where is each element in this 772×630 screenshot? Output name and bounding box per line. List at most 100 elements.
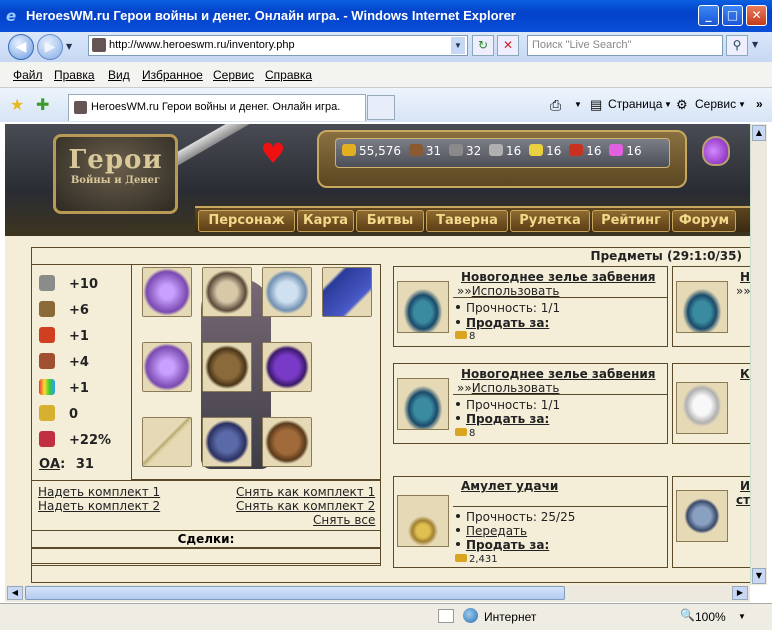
health-heart-icon[interactable]: ♥	[259, 140, 287, 168]
item-sell-link[interactable]: Продать за:	[456, 412, 549, 426]
tools-dropdown-icon[interactable]: ▼	[738, 100, 746, 109]
slot-ring[interactable]	[142, 267, 192, 317]
gems-resource: 16	[609, 144, 642, 158]
item-price: 8	[455, 428, 475, 439]
tab-heroeswm[interactable]: HeroesWM.ru Герои войны и денег. Онлайн …	[68, 94, 366, 121]
item-price: 2,431	[455, 554, 498, 565]
item-title[interactable]: Новогоднее зелье забвения	[461, 367, 655, 381]
new-tab-button[interactable]	[367, 95, 395, 120]
slot-ring-2[interactable]	[142, 342, 192, 392]
slot-armor[interactable]	[202, 342, 252, 392]
minimize-button[interactable]: _	[698, 5, 719, 26]
game-logo[interactable]: Герои Войны и Денег	[53, 134, 178, 214]
spellpower-icon	[39, 327, 55, 343]
nav-map[interactable]: Карта	[297, 210, 354, 232]
wear-set-1-link[interactable]: Надеть комплект 1	[38, 485, 160, 499]
site-favicon	[74, 101, 87, 114]
slot-cloak[interactable]	[262, 342, 312, 392]
slot-helmet[interactable]	[202, 267, 252, 317]
menu-tools[interactable]: Сервис	[213, 68, 254, 82]
oa-link[interactable]: ОА	[39, 457, 60, 472]
menu-view[interactable]: Вид	[108, 68, 130, 82]
item-image-potion[interactable]	[397, 281, 449, 333]
menu-edit[interactable]: Правка	[54, 68, 95, 82]
back-button[interactable]: ◀	[8, 34, 34, 60]
slot-boots[interactable]	[202, 417, 252, 467]
nav-battles[interactable]: Битвы	[356, 210, 424, 232]
sell-label: Продать за:	[466, 538, 550, 552]
ore-icon	[448, 144, 463, 156]
item-sell-link[interactable]: Продать за:	[456, 316, 549, 330]
scroll-left-icon[interactable]: ◀	[7, 586, 23, 600]
stat-value: +4	[69, 355, 89, 370]
search-input[interactable]: Поиск "Live Search"	[527, 35, 723, 56]
ore-value: 32	[465, 144, 482, 158]
item-sell-link[interactable]: Продать за:	[456, 538, 549, 552]
item-image-amulet[interactable]	[397, 495, 449, 547]
search-options-icon[interactable]: ▼	[752, 40, 758, 49]
refresh-button[interactable]: ↻	[472, 35, 494, 56]
save-set-1-link[interactable]: Снять как комплект 1	[236, 485, 375, 499]
nav-character[interactable]: Персонаж	[198, 210, 295, 232]
history-dropdown-icon[interactable]: ▼	[66, 42, 72, 51]
item-use-link[interactable]: »»Использовать	[457, 284, 559, 298]
item-title[interactable]: Н	[740, 270, 750, 284]
item-durability: Прочность: 25/25	[456, 510, 575, 524]
favorites-star-icon[interactable]: ★	[10, 95, 24, 114]
item-image-cloak[interactable]	[676, 382, 728, 434]
zoom-dropdown-icon[interactable]: ▼	[738, 612, 746, 621]
tools-menu[interactable]: Сервис	[695, 97, 736, 111]
wood-resource: 31	[408, 144, 441, 158]
maximize-button[interactable]: □	[722, 5, 743, 26]
item-title[interactable]: Амулет удачи	[461, 479, 558, 493]
item-title[interactable]: К	[740, 367, 750, 381]
slot-shield[interactable]	[262, 417, 312, 467]
item-transfer-link[interactable]: Передать	[456, 524, 527, 538]
item-use-link[interactable]: »»Использовать	[457, 381, 559, 395]
nav-roulette[interactable]: Рулетка	[510, 210, 590, 232]
price-value: 8	[469, 331, 476, 342]
close-button[interactable]: ✕	[746, 5, 767, 26]
item-title[interactable]: Новогоднее зелье забвения	[461, 270, 655, 284]
vertical-scrollbar[interactable]: ▲ ▼	[750, 124, 767, 585]
slot-book[interactable]	[322, 267, 372, 317]
menu-file[interactable]: Файл	[13, 68, 43, 82]
remove-all-link[interactable]: Снять все	[313, 513, 375, 527]
add-favorite-icon[interactable]: ✚	[36, 95, 49, 114]
slot-amulet[interactable]	[262, 267, 312, 317]
item-title-cont[interactable]: ст	[736, 493, 750, 507]
zoom-level[interactable]: 100%	[695, 610, 726, 624]
print-dropdown-icon[interactable]: ▼	[574, 100, 582, 109]
slot-weapon[interactable]	[142, 417, 192, 467]
mana-potion-icon[interactable]	[702, 136, 730, 166]
address-field[interactable]: http://www.heroeswm.ru/inventory.php ▼	[88, 35, 468, 56]
window-title: HeroesWM.ru Герои войны и денег. Онлайн …	[26, 8, 516, 23]
menu-favorites[interactable]: Избранное	[142, 68, 203, 82]
search-icon[interactable]: ⚲	[726, 35, 748, 56]
item-image-potion[interactable]	[397, 378, 449, 430]
menu-help[interactable]: Справка	[265, 68, 312, 82]
wear-set-2-link[interactable]: Надеть комплект 2	[38, 499, 160, 513]
nav-rating[interactable]: Рейтинг	[592, 210, 670, 232]
page-menu[interactable]: Страница	[608, 97, 662, 111]
item-title[interactable]: И	[740, 479, 750, 493]
scroll-down-icon[interactable]: ▼	[752, 568, 766, 584]
nav-forum[interactable]: Форум	[672, 210, 736, 232]
forward-button[interactable]: ▶	[37, 34, 63, 60]
item-image-potion[interactable]	[676, 281, 728, 333]
print-icon[interactable]: ⎙	[550, 97, 561, 114]
page-dropdown-icon[interactable]: ▼	[664, 100, 672, 109]
item-use-link[interactable]: »»	[736, 284, 750, 298]
item-image-medal[interactable]	[676, 490, 728, 542]
horizontal-scrollbar[interactable]: ◀ ▶	[5, 585, 750, 602]
address-dropdown-icon[interactable]: ▼	[451, 37, 465, 54]
scroll-right-icon[interactable]: ▶	[732, 586, 748, 600]
scroll-thumb[interactable]	[25, 586, 565, 600]
toolbar-more-icon[interactable]: »	[756, 97, 763, 111]
sulfur-icon	[529, 144, 544, 156]
stop-button[interactable]: ✕	[497, 35, 519, 56]
nav-tavern[interactable]: Таверна	[426, 210, 508, 232]
gold-coin-icon	[455, 554, 467, 562]
save-set-2-link[interactable]: Снять как комплект 2	[236, 499, 375, 513]
scroll-up-icon[interactable]: ▲	[752, 125, 766, 141]
